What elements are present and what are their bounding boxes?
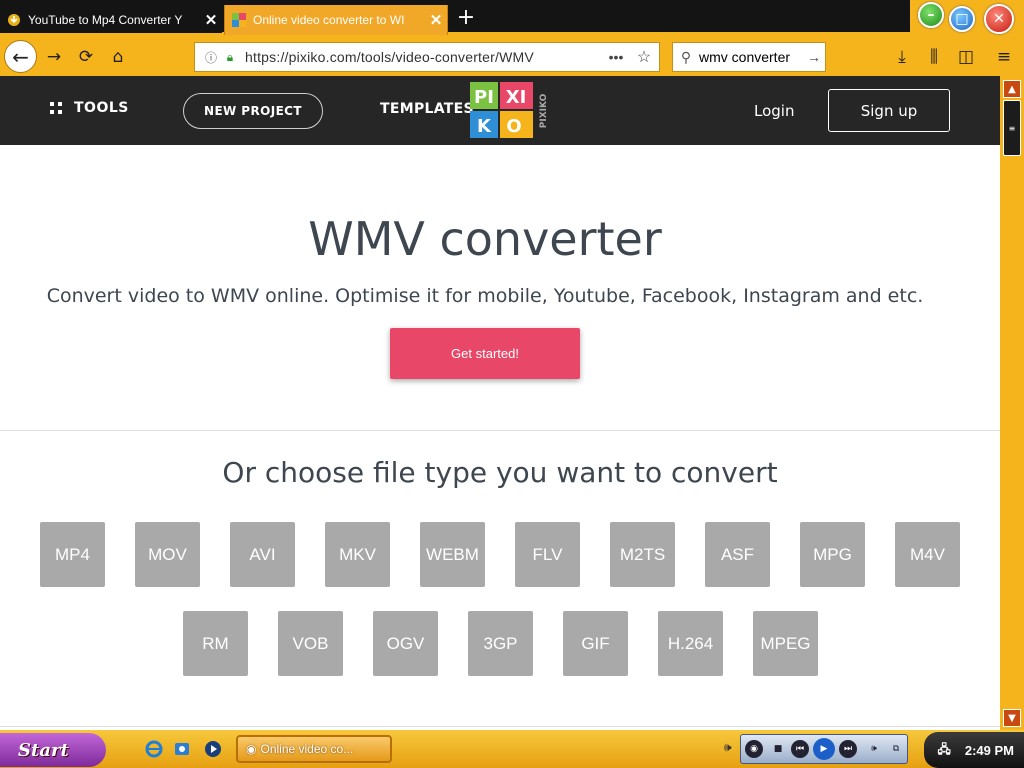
firefox-icon: ◉ xyxy=(246,742,257,756)
file-type-tile[interactable]: ASF xyxy=(705,522,770,587)
search-icon: ⚲ xyxy=(680,48,692,65)
file-type-tile[interactable]: AVI xyxy=(230,522,295,587)
file-type-tile[interactable]: MPG xyxy=(800,522,865,587)
url-text[interactable]: https://pixiko.com/tools/video-converter… xyxy=(245,49,603,65)
grid-icon xyxy=(50,102,62,114)
taskbar-item-label: Online video co... xyxy=(260,742,354,756)
search-input[interactable] xyxy=(699,49,803,65)
new-tab-button[interactable]: + xyxy=(452,6,480,32)
file-type-tile[interactable]: VOB xyxy=(278,611,343,676)
file-type-tile[interactable]: WEBM xyxy=(420,522,485,587)
file-type-tile[interactable]: M2TS xyxy=(610,522,675,587)
lock-icon: 🔒︎ xyxy=(226,49,234,64)
bookmark-star-icon[interactable]: ☆ xyxy=(629,47,659,67)
tab-youtube-converter[interactable]: YouTube to Mp4 Converter Y ✕ xyxy=(0,6,222,33)
svg-text:XI: XI xyxy=(506,87,527,108)
svg-text:K: K xyxy=(477,116,492,137)
minimize-window-icon[interactable]: – xyxy=(918,2,944,28)
tools-label: TOOLS xyxy=(74,100,129,116)
templates-link[interactable]: TEMPLATES xyxy=(380,101,474,117)
tab-close-icon[interactable]: ✕ xyxy=(200,11,222,29)
choose-file-type-heading: Or choose file type you want to convert xyxy=(222,456,778,489)
file-type-tile[interactable]: MPEG xyxy=(753,611,818,676)
taskbar-item-browser[interactable]: ◉ Online video co... xyxy=(236,735,392,763)
file-type-tile[interactable]: MOV xyxy=(135,522,200,587)
url-bar[interactable]: ⓘ 🔒︎ https://pixiko.com/tools/video-conv… xyxy=(194,42,660,72)
pixiko-favicon-icon xyxy=(231,12,247,28)
media-previous-icon[interactable]: ⏮ xyxy=(791,740,809,758)
page-title: WMV converter xyxy=(308,212,662,266)
start-button[interactable]: Start xyxy=(0,733,106,767)
clock[interactable]: 2:49 PM xyxy=(965,743,1014,758)
search-bar[interactable]: ⚲ → xyxy=(672,42,826,72)
download-favicon-icon xyxy=(6,12,22,28)
svg-text:O: O xyxy=(506,116,521,137)
volume-icon[interactable]: 🕪︎ xyxy=(724,740,732,755)
menu-icon[interactable]: ≡ xyxy=(990,44,1018,70)
browser-toolbar: ← → ⟳ ⌂ ⓘ 🔒︎ https://pixiko.com/tools/vi… xyxy=(0,38,1024,76)
scroll-up-arrow-icon[interactable]: ▲ xyxy=(1003,80,1021,98)
ie-quicklaunch-icon[interactable] xyxy=(144,739,164,759)
page-bottom-divider xyxy=(0,726,1000,727)
section-divider xyxy=(0,430,1000,431)
file-type-tile[interactable]: MP4 xyxy=(40,522,105,587)
downloads-icon[interactable]: ⤓ xyxy=(888,44,916,70)
page-actions-icon[interactable]: ••• xyxy=(603,49,629,65)
signup-button[interactable]: Sign up xyxy=(828,89,950,132)
media-stop-icon[interactable]: ■ xyxy=(769,740,787,758)
svg-text:PI: PI xyxy=(474,87,494,108)
media-player-mini-toolbar: ◉ ■ ⏮ ▶ ⏭ 🕪︎ ⧉ xyxy=(740,734,908,764)
pixiko-logo[interactable]: PI XI K O PIXIKO xyxy=(470,82,552,140)
file-type-tile[interactable]: MKV xyxy=(325,522,390,587)
file-type-tile[interactable]: M4V xyxy=(895,522,960,587)
search-go-icon[interactable]: → xyxy=(803,49,825,65)
info-icon[interactable]: ⓘ xyxy=(201,49,221,66)
svg-text:PIXIKO: PIXIKO xyxy=(539,93,549,128)
media-play-icon[interactable]: ▶ xyxy=(813,738,835,760)
taskbar: Start ◉ Online video co... 🕪︎ ◉ ■ ⏮ ▶ ⏭ … xyxy=(0,730,1024,768)
close-window-icon[interactable]: ✕ xyxy=(984,4,1014,34)
media-info-icon[interactable]: ◉ xyxy=(745,740,763,758)
back-button[interactable]: ← xyxy=(4,40,37,73)
file-type-tile[interactable]: RM xyxy=(183,611,248,676)
vertical-scrollbar[interactable]: ▲ ≡ ▼ xyxy=(1000,76,1024,730)
tab-close-icon[interactable]: ✕ xyxy=(425,11,447,29)
new-project-button[interactable]: NEW PROJECT xyxy=(183,93,323,129)
get-started-button[interactable]: Get started! xyxy=(390,328,580,379)
media-volume-icon[interactable]: 🕪︎ xyxy=(865,740,883,758)
tab-online-video-converter[interactable]: Online video converter to WI ✕ xyxy=(224,5,448,35)
home-button[interactable]: ⌂ xyxy=(104,44,132,70)
file-type-tile[interactable]: H.264 xyxy=(658,611,723,676)
media-restore-icon[interactable]: ⧉ xyxy=(889,740,903,758)
file-type-tile[interactable]: GIF xyxy=(563,611,628,676)
system-tray: 🖧︎ 2:49 PM xyxy=(924,732,1024,768)
sidebar-icon[interactable]: ◫ xyxy=(952,44,980,70)
media-player-quicklaunch-icon[interactable] xyxy=(203,739,223,759)
tab-title: YouTube to Mp4 Converter Y xyxy=(28,12,183,27)
tools-menu[interactable]: TOOLS xyxy=(50,100,129,116)
forward-button[interactable]: → xyxy=(40,44,68,70)
file-type-tile[interactable]: OGV xyxy=(373,611,438,676)
scrollbar-thumb[interactable]: ≡ xyxy=(1003,100,1021,156)
tab-title: Online video converter to WI xyxy=(253,13,405,27)
maximize-window-icon[interactable]: □ xyxy=(949,6,975,32)
tab-strip: YouTube to Mp4 Converter Y ✕ Online vide… xyxy=(0,0,1024,38)
reload-button[interactable]: ⟳ xyxy=(72,44,100,70)
library-icon[interactable]: ⫼ xyxy=(920,44,948,70)
page-subtitle: Convert video to WMV online. Optimise it… xyxy=(46,285,924,307)
login-link[interactable]: Login xyxy=(754,102,794,120)
file-type-tile[interactable]: FLV xyxy=(515,522,580,587)
file-type-tile[interactable]: 3GP xyxy=(468,611,533,676)
network-icon[interactable]: 🖧︎ xyxy=(937,740,950,761)
scroll-down-arrow-icon[interactable]: ▼ xyxy=(1003,709,1021,727)
outlook-quicklaunch-icon[interactable] xyxy=(172,739,192,759)
media-next-icon[interactable]: ⏭ xyxy=(839,740,857,758)
web-page: TOOLS NEW PROJECT TEMPLATES PI XI K O PI… xyxy=(0,76,1000,730)
site-header: TOOLS NEW PROJECT TEMPLATES PI XI K O PI… xyxy=(0,76,1000,145)
